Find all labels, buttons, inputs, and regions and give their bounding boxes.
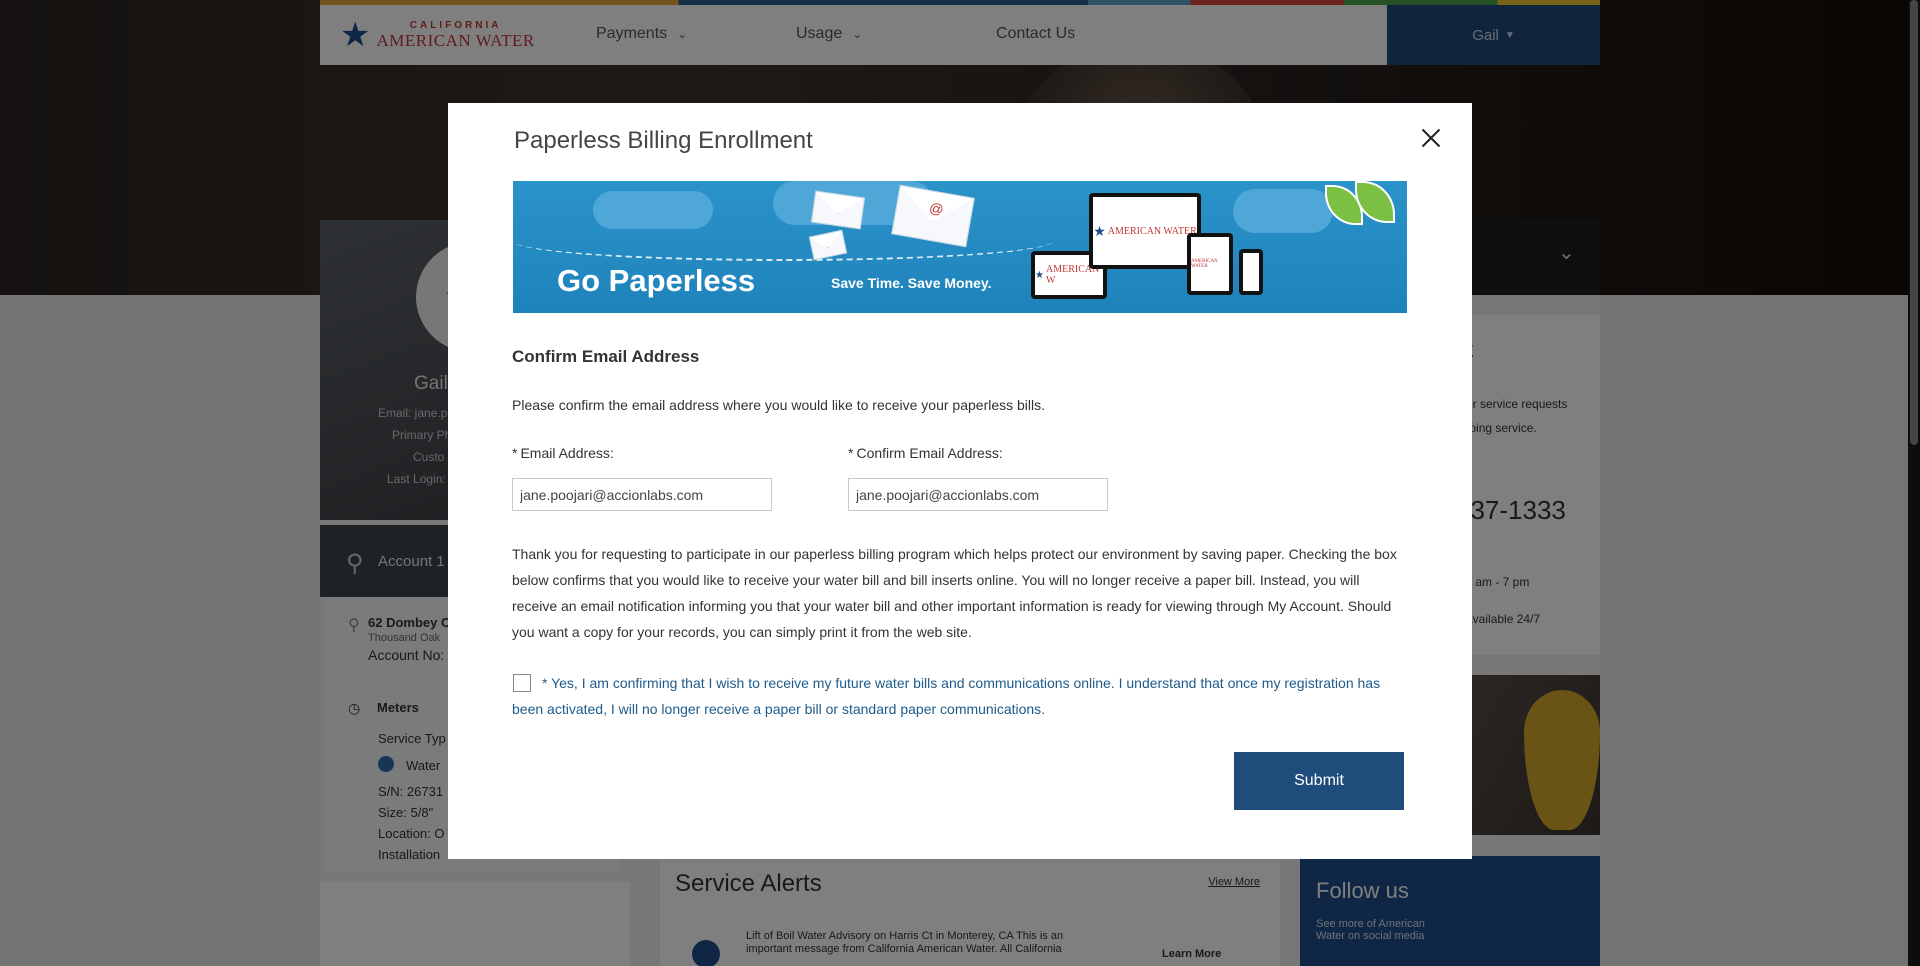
email-label: * Email Address: <box>512 445 614 461</box>
consent-text: * Yes, I am confirming that I wish to re… <box>512 675 1381 717</box>
flight-path <box>513 221 1053 261</box>
modal-title: Paperless Billing Enrollment <box>514 127 813 154</box>
paperless-modal: Paperless Billing Enrollment @ ★ AMERICAN… <box>448 103 1472 859</box>
phone-icon <box>1239 249 1263 295</box>
section-title: Confirm Email Address <box>512 347 700 366</box>
consent-label[interactable]: * Yes, I am confirming that I wish to re… <box>512 670 1408 722</box>
intro-text: Please confirm the email address where y… <box>512 397 1046 413</box>
close-icon[interactable] <box>1416 123 1446 153</box>
email-field[interactable] <box>512 478 772 511</box>
monitor-icon: ★ AMERICAN WATER <box>1089 193 1201 269</box>
terms-text: Thank you for requesting to participate … <box>512 546 1397 640</box>
tablet-icon: AMERICAN WATER <box>1187 233 1233 295</box>
go-paperless-banner: @ ★ AMERICAN W ★ AMERICAN WATER AMERICAN W… <box>513 181 1407 313</box>
submit-button[interactable]: Submit <box>1234 752 1404 810</box>
confirm-email-label: * Confirm Email Address: <box>848 445 1003 461</box>
envelope-icon <box>811 190 865 230</box>
banner-tagline: Save Time. Save Money. <box>831 275 992 291</box>
confirm-email-field[interactable] <box>848 478 1108 511</box>
consent-checkbox[interactable] <box>513 674 531 692</box>
banner-heading: Go Paperless <box>557 263 756 298</box>
cloud-graphic <box>1233 189 1333 233</box>
